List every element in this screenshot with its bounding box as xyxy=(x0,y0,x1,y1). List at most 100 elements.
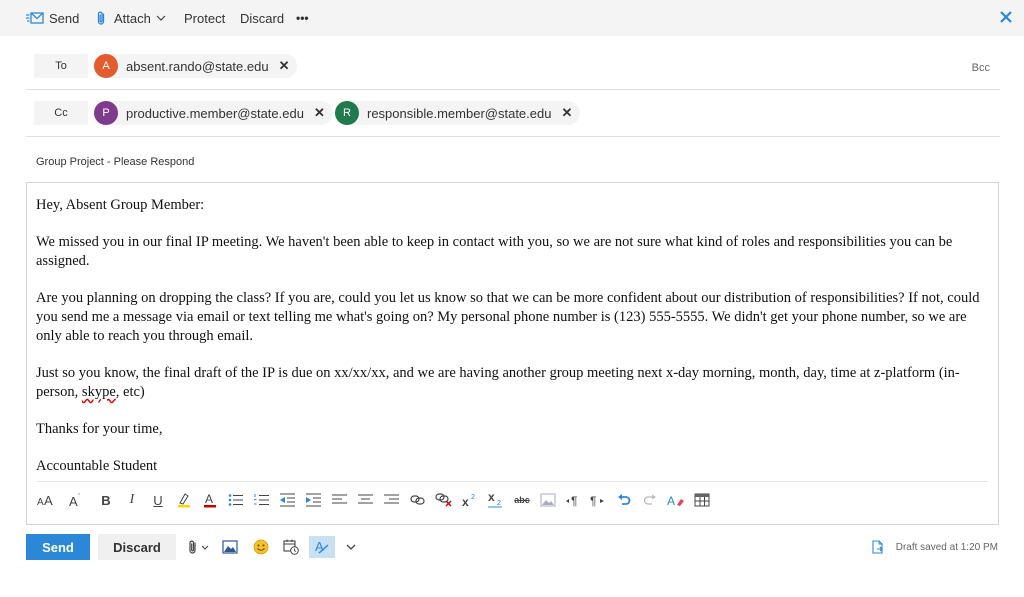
format-toolbar: AA Aˆ B I U A x 2 x 2 abc ¶ ¶ A xyxy=(35,487,995,513)
redo-icon[interactable] xyxy=(639,487,661,513)
svg-text:A: A xyxy=(205,492,213,506)
divider xyxy=(26,89,1000,90)
recipient-email: responsible.member@state.edu xyxy=(367,105,552,121)
bullets-icon[interactable] xyxy=(225,487,247,513)
remove-recipient-icon[interactable]: ✕ xyxy=(279,58,290,74)
svg-text:A: A xyxy=(69,494,78,507)
undo-icon[interactable] xyxy=(613,487,635,513)
align-left-icon[interactable] xyxy=(329,487,351,513)
ltr-icon[interactable]: ¶ xyxy=(563,487,585,513)
format-text-icon: A xyxy=(315,539,329,554)
avatar: A xyxy=(94,54,118,78)
close-icon[interactable] xyxy=(998,9,1014,25)
bold-icon[interactable]: B xyxy=(95,487,117,513)
send-icon xyxy=(26,12,44,24)
draft-saved-text: Draft saved at 1:20 PM xyxy=(895,541,998,553)
italic-icon[interactable]: I xyxy=(121,487,143,513)
protect-command[interactable]: Protect xyxy=(184,0,225,36)
send-command-label: Send xyxy=(49,10,80,26)
numbering-icon[interactable] xyxy=(251,487,273,513)
remove-recipient-icon[interactable]: ✕ xyxy=(561,105,572,121)
to-button[interactable]: To xyxy=(34,54,88,78)
remove-recipient-icon[interactable]: ✕ xyxy=(314,105,325,121)
cc-label: Cc xyxy=(54,107,68,119)
attach-command[interactable]: Attach xyxy=(96,0,166,36)
superscript-icon[interactable]: x2 xyxy=(459,487,481,513)
signature: Accountable Student xyxy=(36,458,158,474)
svg-text:A: A xyxy=(44,493,53,507)
svg-text:A: A xyxy=(667,494,675,507)
align-right-icon[interactable] xyxy=(381,487,403,513)
insert-table-icon[interactable] xyxy=(691,487,713,513)
divider xyxy=(26,136,1000,137)
svg-text:x: x xyxy=(488,492,495,504)
recipient-email: absent.rando@state.edu xyxy=(126,58,269,74)
insert-link-icon[interactable] xyxy=(407,487,429,513)
font-color-icon[interactable]: A xyxy=(199,487,221,513)
align-center-icon[interactable] xyxy=(355,487,377,513)
decrease-indent-icon[interactable] xyxy=(277,487,299,513)
schedule-button[interactable] xyxy=(281,536,301,558)
attach-file-button[interactable] xyxy=(186,536,214,558)
rtl-icon[interactable]: ¶ xyxy=(587,487,609,513)
svg-text:ˆ: ˆ xyxy=(78,494,81,501)
avatar: P xyxy=(94,101,118,125)
cc-button[interactable]: Cc xyxy=(34,101,88,125)
recipient-chip-to[interactable]: A absent.rando@state.edu ✕ xyxy=(94,54,298,78)
message-body[interactable]: Hey, Absent Group Member: We missed you … xyxy=(36,196,991,476)
draft-saved-icon xyxy=(872,540,883,554)
editor-options-button[interactable]: A xyxy=(309,536,335,558)
recipient-chip-cc-2[interactable]: R responsible.member@state.edu ✕ xyxy=(335,101,581,125)
subscript-icon[interactable]: x2 xyxy=(485,487,507,513)
font-size-icon[interactable]: AA xyxy=(35,487,57,513)
more-actions-button[interactable] xyxy=(343,536,359,558)
clear-formatting-icon[interactable]: A xyxy=(665,487,687,513)
to-label: To xyxy=(55,60,67,72)
emoji-button[interactable] xyxy=(251,536,271,558)
highlight-icon[interactable] xyxy=(173,487,195,513)
recipient-chip-cc-1[interactable]: P productive.member@state.edu ✕ xyxy=(94,101,333,125)
misspelled-word[interactable]: skype xyxy=(82,384,116,400)
chevron-down-icon xyxy=(346,544,356,550)
insert-picture-button[interactable] xyxy=(220,536,240,558)
svg-text:A: A xyxy=(37,497,44,507)
discard-command-label: Discard xyxy=(240,10,285,26)
strikethrough-icon[interactable]: abc xyxy=(511,487,533,513)
svg-text:2: 2 xyxy=(497,500,501,507)
send-button[interactable]: Send xyxy=(26,534,90,560)
draft-status: Draft saved at 1:20 PM xyxy=(872,540,998,554)
paragraph-1: We missed you in our final IP meeting. W… xyxy=(36,234,953,269)
remove-link-icon[interactable] xyxy=(433,487,455,513)
avatar: R xyxy=(335,101,359,125)
protect-command-label: Protect xyxy=(184,10,226,26)
calendar-clock-icon xyxy=(283,539,299,555)
subject-field[interactable]: Group Project - Please Respond xyxy=(36,156,194,168)
grow-font-icon[interactable]: Aˆ xyxy=(65,487,87,513)
paperclip-icon xyxy=(97,11,105,25)
divider xyxy=(37,481,988,482)
paragraph-2: Are you planning on dropping the class? … xyxy=(36,290,980,344)
discard-button[interactable]: Discard xyxy=(98,534,176,560)
attach-command-label: Attach xyxy=(114,10,151,26)
send-command[interactable]: Send xyxy=(26,0,79,36)
svg-text:¶: ¶ xyxy=(590,494,596,507)
underline-icon[interactable]: U xyxy=(147,487,169,513)
more-options-icon: ••• xyxy=(296,11,309,25)
svg-text:x: x xyxy=(462,495,469,507)
recipient-email: productive.member@state.edu xyxy=(126,105,304,121)
discard-command[interactable]: Discard xyxy=(240,0,284,36)
command-bar: Send Attach Protect Discard ••• xyxy=(0,0,1024,36)
emoji-icon xyxy=(253,539,269,555)
message-editor[interactable]: Hey, Absent Group Member: We missed you … xyxy=(26,182,999,525)
paragraph-3: Just so you know, the final draft of the… xyxy=(36,365,960,400)
insert-picture-icon[interactable] xyxy=(537,487,559,513)
svg-text:¶: ¶ xyxy=(571,494,577,507)
more-options-button[interactable]: ••• xyxy=(296,0,309,36)
svg-text:2: 2 xyxy=(471,494,475,501)
increase-indent-icon[interactable] xyxy=(303,487,325,513)
picture-icon xyxy=(222,540,238,554)
chevron-down-icon xyxy=(156,15,166,21)
paperclip-icon xyxy=(189,540,209,554)
bcc-button[interactable]: Bcc xyxy=(972,62,990,74)
closing: Thanks for your time, xyxy=(36,421,163,437)
